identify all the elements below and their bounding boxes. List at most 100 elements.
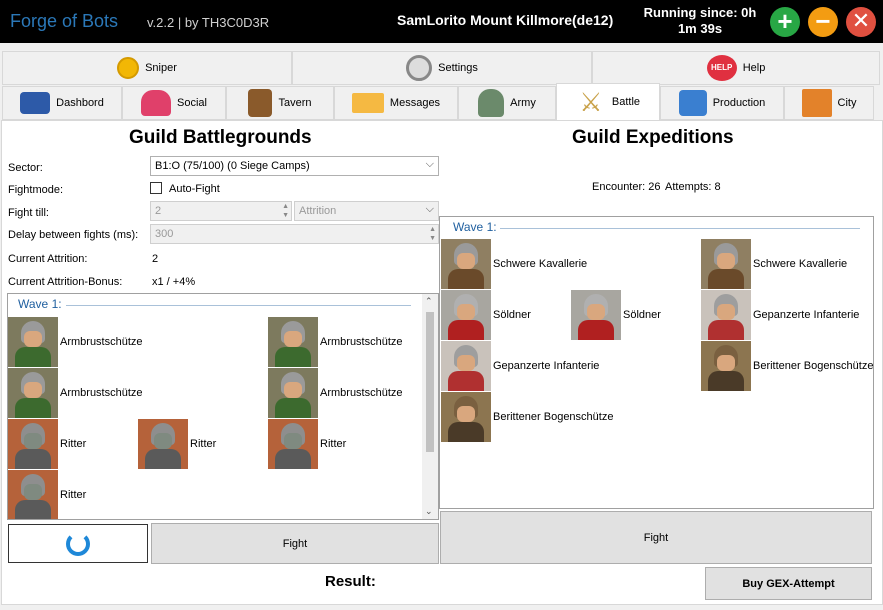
unit-name: Armbrustschütze — [60, 336, 143, 348]
unit-name: Söldner — [493, 309, 531, 321]
unit-name: Ritter — [190, 438, 217, 450]
wave-label: Wave 1: — [18, 297, 62, 311]
gex-fight-button[interactable]: Fight — [440, 511, 872, 564]
unit-name: Schwere Kavallerie — [753, 258, 848, 270]
unit-name: Ritter — [60, 438, 87, 450]
wave-scrollbar[interactable]: ⌃ ⌄ — [422, 294, 438, 519]
knight-unit-icon — [8, 419, 58, 469]
spinner-arrows-icon: ▲ ▼ — [282, 203, 289, 219]
heavy-cavalry-unit-icon — [441, 239, 491, 289]
unit-name: Armbrustschütze — [320, 387, 403, 399]
tab-label: Army — [510, 97, 536, 109]
knight-unit-icon — [268, 419, 318, 469]
tab-label: Settings — [438, 62, 478, 74]
sector-select[interactable]: B1:O (75/100) (0 Siege Camps) ⌵ — [150, 156, 439, 176]
crossbow-unit-icon — [268, 368, 318, 418]
fight-till-label: Fight till: — [8, 207, 49, 219]
tab-settings[interactable]: Settings — [292, 51, 592, 85]
gbg-wave-panel: Wave 1: Armbrustschütze Armbrustschütze … — [7, 293, 439, 520]
minus-icon: − — [815, 6, 831, 36]
unit-name: Ritter — [60, 489, 87, 501]
tab-label: Production — [712, 97, 766, 109]
buy-gex-attempt-button[interactable]: Buy GEX-Attempt — [705, 567, 872, 600]
fight-till-mode-select[interactable]: Attrition ⌵ — [294, 201, 439, 221]
house-icon — [801, 89, 832, 117]
tab-battle[interactable]: ⚔ Battle — [556, 83, 660, 121]
tab-help[interactable]: HELP Help — [592, 51, 880, 85]
enemy-unit: Armbrustschütze — [8, 317, 143, 367]
unit-name: Schwere Kavallerie — [493, 258, 588, 270]
scrollbar-thumb[interactable] — [426, 312, 434, 452]
enemy-unit: Gepanzerte Infanterie — [441, 341, 599, 391]
wave-label: Wave 1: — [453, 220, 497, 234]
delay-input[interactable]: 300 ▲ ▼ — [150, 224, 439, 244]
chevron-down-icon: ⌵ — [425, 203, 434, 215]
minimize-button[interactable]: − — [808, 7, 838, 37]
unit-name: Berittener Bogenschütze — [753, 360, 874, 372]
enemy-unit: Söldner — [571, 290, 661, 340]
enemy-unit: Armbrustschütze — [268, 368, 403, 418]
unit-name: Berittener Bogenschütze — [493, 411, 614, 423]
app-version: v.2.2 | by TH3C0D3R — [147, 15, 270, 30]
refresh-icon — [66, 531, 90, 556]
close-button[interactable]: ✕ — [846, 7, 876, 37]
unit-name: Gepanzerte Infanterie — [493, 360, 600, 372]
sector-value: B1:O (75/100) (0 Siege Camps) — [155, 160, 310, 172]
tab-social[interactable]: Social — [122, 86, 226, 120]
envelope-icon — [351, 93, 384, 113]
soldier-icon — [478, 89, 505, 117]
wave-divider — [66, 305, 411, 306]
unit-name: Armbrustschütze — [320, 336, 403, 348]
maximize-button[interactable]: + — [770, 7, 800, 37]
unit-name: Ritter — [320, 438, 347, 450]
gex-wave-panel: Wave 1: Schwere Kavallerie Schwere Kaval… — [439, 216, 874, 509]
unit-name: Söldner — [623, 309, 661, 321]
dashboard-icon — [20, 92, 51, 114]
coin-icon — [117, 57, 140, 79]
attrition-bonus-value: x1 / +4% — [152, 276, 196, 288]
tab-label: Dashbord — [56, 97, 104, 109]
tab-city[interactable]: City — [784, 86, 874, 120]
tab-dashbord[interactable]: Dashbord — [2, 86, 122, 120]
settings-icon — [406, 55, 433, 81]
close-icon: ✕ — [851, 8, 871, 33]
account-name: SamLorito Mount Killmore(de12) — [397, 12, 614, 28]
enemy-unit: Berittener Bogenschütze — [701, 341, 873, 391]
running-line-2: 1m 39s — [677, 21, 723, 36]
enemy-unit: Schwere Kavallerie — [701, 239, 847, 289]
tab-label: Help — [742, 62, 766, 74]
tab-army[interactable]: Army — [458, 86, 556, 120]
running-line-1: Running since: 0h — [643, 5, 757, 20]
knight-unit-icon — [8, 470, 58, 519]
tab-messages[interactable]: Messages — [334, 86, 458, 120]
scroll-down-icon[interactable]: ⌄ — [425, 506, 433, 517]
enemy-unit: Armbrustschütze — [8, 368, 143, 418]
refresh-button[interactable] — [8, 524, 148, 563]
plus-icon: + — [777, 6, 793, 36]
tab-production[interactable]: Production — [660, 86, 784, 120]
title-bar: Forge of Bots v.2.2 | by TH3C0D3R SamLor… — [0, 0, 883, 43]
crossbow-unit-icon — [8, 317, 58, 367]
tab-label: Tavern — [278, 97, 312, 109]
delay-label: Delay between fights (ms): — [8, 229, 139, 241]
fight-till-input[interactable]: 2 ▲ ▼ — [150, 201, 292, 221]
autofight-checkbox[interactable] — [150, 182, 162, 194]
production-icon — [678, 90, 707, 116]
fightmode-label: Fightmode: — [8, 184, 64, 196]
gbg-fight-button[interactable]: Fight — [151, 523, 439, 564]
crossbow-unit-icon — [268, 317, 318, 367]
scroll-up-icon[interactable]: ⌃ — [425, 296, 433, 307]
social-icon — [141, 90, 172, 116]
tab-sniper[interactable]: Sniper — [2, 51, 292, 85]
knight-unit-icon — [138, 419, 188, 469]
unit-name: Armbrustschütze — [60, 387, 143, 399]
tab-label: Sniper — [145, 62, 177, 74]
fight-till-value: 2 — [155, 205, 162, 217]
unit-name: Gepanzerte Infanterie — [753, 309, 860, 321]
tab-label: Messages — [389, 97, 441, 109]
app-name: Forge of Bots — [10, 11, 119, 31]
enemy-unit: Armbrustschütze — [268, 317, 403, 367]
tab-tavern[interactable]: Tavern — [226, 86, 334, 120]
help-icon: HELP — [706, 55, 737, 81]
fight-till-mode-value: Attrition — [299, 205, 337, 217]
